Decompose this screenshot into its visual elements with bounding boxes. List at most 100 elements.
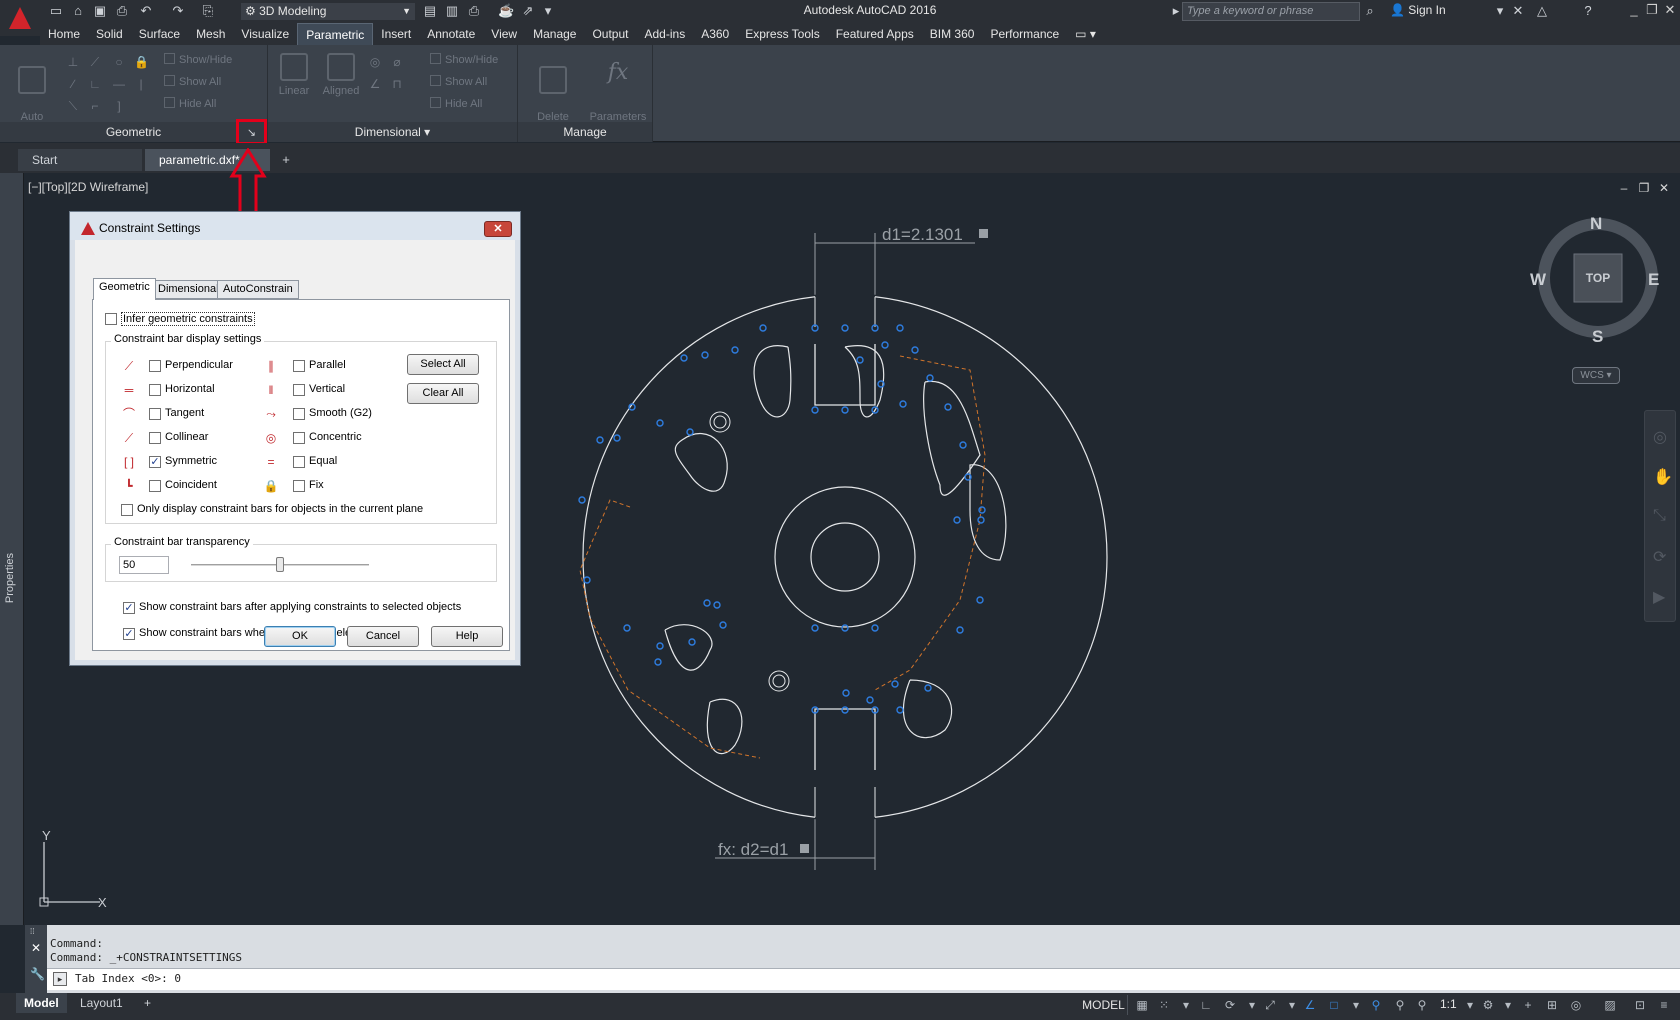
viewport-controls-label[interactable]: [−][Top][2D Wireframe] xyxy=(28,180,148,194)
navigation-bar[interactable]: ◎ ✋ ⤡ ⟳ ▶ xyxy=(1644,410,1676,622)
plot-icon[interactable]: ⎘ xyxy=(200,3,216,19)
transparency-slider-thumb[interactable] xyxy=(276,557,284,572)
viewport-restore-icon[interactable]: ❐ xyxy=(1636,181,1652,195)
auto-scale-icon[interactable]: ⚲ xyxy=(1392,997,1408,1013)
tab-view[interactable]: View xyxy=(483,23,525,45)
transparency-input[interactable]: 50 xyxy=(119,556,169,574)
dialog-title-bar[interactable]: Constraint Settings ✕ xyxy=(70,212,520,240)
tab-featured-apps[interactable]: Featured Apps xyxy=(828,23,922,45)
orbit-icon[interactable]: ⟳ xyxy=(1653,547,1666,567)
pan-icon[interactable]: ✋ xyxy=(1653,467,1673,487)
tab-insert[interactable]: Insert xyxy=(373,23,419,45)
model-space-button[interactable]: MODEL xyxy=(1080,995,1128,1015)
close-icon[interactable]: ✕ xyxy=(1660,2,1680,20)
tab-parametric[interactable]: Parametric xyxy=(297,23,374,45)
exchange-icon[interactable]: ✕ xyxy=(1510,3,1526,19)
tab-geometric[interactable]: Geometric xyxy=(93,278,156,300)
binoculars-icon[interactable]: ⌕ xyxy=(1362,3,1378,19)
clear-all-button[interactable]: Clear All xyxy=(407,383,479,404)
workspace-dropdown[interactable]: ⚙ 3D Modeling ▼ xyxy=(240,2,416,21)
ok-button[interactable]: OK xyxy=(264,626,336,647)
perpendicular-checkbox[interactable] xyxy=(149,360,161,372)
share-icon[interactable]: ⇗ xyxy=(520,3,536,19)
show-when-selected-checkbox[interactable] xyxy=(123,628,135,640)
new-tab-icon[interactable]: + xyxy=(276,152,296,168)
application-menu-button[interactable] xyxy=(0,0,40,36)
geometric-hide-all-button[interactable]: Hide All xyxy=(164,95,216,113)
vertical-checkbox[interactable] xyxy=(293,384,305,396)
compass-west[interactable]: W xyxy=(1530,270,1546,290)
dimensional-show-all-button[interactable]: Show All xyxy=(430,73,487,91)
tab-dimensional[interactable]: Dimensional xyxy=(152,280,225,299)
linear-dimension-button[interactable]: Linear xyxy=(272,53,316,98)
collinear-checkbox[interactable] xyxy=(149,432,161,444)
tab-mesh[interactable]: Mesh xyxy=(188,23,233,45)
coincident-checkbox[interactable] xyxy=(149,480,161,492)
diameter-tool-icon[interactable]: ⌀ xyxy=(390,55,404,69)
angular-tool-icon[interactable]: ∠ xyxy=(368,77,382,91)
viewcube-top-face[interactable]: TOP xyxy=(1574,271,1622,285)
chevron-down-icon[interactable]: ▾ xyxy=(1244,997,1260,1013)
smooth-tool-icon[interactable]: ⌐ xyxy=(88,99,102,113)
horizontal-tool-icon[interactable]: — xyxy=(112,77,126,91)
fix-checkbox[interactable] xyxy=(293,480,305,492)
properties-palette-strip[interactable]: Properties xyxy=(0,173,24,925)
parallel-tool-icon[interactable]: ∕ xyxy=(66,77,80,91)
symmetric-checkbox[interactable] xyxy=(149,456,161,468)
wrench-icon[interactable]: 🔧 xyxy=(30,967,45,981)
help-icon[interactable]: ? xyxy=(1580,3,1596,19)
help-button[interactable]: Help xyxy=(431,626,503,647)
isodraft-icon[interactable]: ⤢ xyxy=(1262,997,1278,1013)
viewcube[interactable]: N S E W TOP xyxy=(1530,210,1666,346)
tab-visualize[interactable]: Visualize xyxy=(233,23,297,45)
parametric-drawing[interactable]: d1=2.1301 fx: d2=d1 xyxy=(560,210,1140,890)
tab-a360[interactable]: A360 xyxy=(693,23,737,45)
hamburger-menu-icon[interactable]: ≡ xyxy=(1656,997,1672,1013)
tangent-checkbox[interactable] xyxy=(149,408,161,420)
grid-icon[interactable]: ▦ xyxy=(1134,997,1150,1013)
object-snap-tracking-icon[interactable]: ∠ xyxy=(1302,997,1318,1013)
dimensional-show-hide-button[interactable]: Show/Hide xyxy=(430,51,498,69)
geometric-show-all-button[interactable]: Show All xyxy=(164,73,221,91)
tab-output[interactable]: Output xyxy=(584,23,636,45)
concentric-checkbox[interactable] xyxy=(293,432,305,444)
command-input[interactable]: Tab Index <0>: 0 xyxy=(47,968,1680,990)
convert-tool-icon[interactable]: ⊓ xyxy=(390,77,404,91)
symmetric-tool-icon[interactable]: ] xyxy=(112,99,126,113)
annotation-visibility-icon[interactable]: ⚲ xyxy=(1368,997,1384,1013)
tab-annotate[interactable]: Annotate xyxy=(419,23,483,45)
tangent-tool-icon[interactable]: ⟍ xyxy=(66,99,80,113)
smooth-checkbox[interactable] xyxy=(293,408,305,420)
current-plane-checkbox[interactable] xyxy=(121,504,133,516)
show-after-applying-checkbox[interactable] xyxy=(123,602,135,614)
viewport-minimize-icon[interactable]: – xyxy=(1616,181,1632,195)
tab-performance[interactable]: Performance xyxy=(982,23,1067,45)
ortho-icon[interactable]: ∟ xyxy=(1198,997,1214,1013)
a360-icon[interactable]: △ xyxy=(1534,3,1550,19)
sheet-icon[interactable]: ▥ xyxy=(444,3,460,19)
geometric-show-hide-button[interactable]: Show/Hide xyxy=(164,51,232,69)
quick-properties-icon[interactable]: ◎ xyxy=(1568,997,1584,1013)
teapot-icon[interactable]: ☕ xyxy=(498,3,514,19)
isolate-objects-icon[interactable]: ▨ xyxy=(1602,997,1618,1013)
coincident-tool-icon[interactable]: ⊥ xyxy=(66,55,80,69)
chevron-down-icon[interactable]: ▾ xyxy=(1284,997,1300,1013)
plus-icon[interactable]: + xyxy=(1520,997,1536,1013)
tab-home[interactable]: Home xyxy=(40,23,88,45)
fix-tool-icon[interactable]: 🔒 xyxy=(134,55,149,69)
add-layout-icon[interactable]: + xyxy=(136,993,159,1013)
horizontal-checkbox[interactable] xyxy=(149,384,161,396)
radius-tool-icon[interactable]: ◎ xyxy=(368,55,382,69)
select-all-button[interactable]: Select All xyxy=(407,354,479,375)
close-icon[interactable]: ✕ xyxy=(31,941,41,955)
workspace-switch-icon[interactable]: ⚙ xyxy=(1480,997,1496,1013)
dimensional-panel-title[interactable]: Dimensional ▾ xyxy=(268,122,517,142)
save-icon[interactable]: ▣ xyxy=(92,3,108,19)
equal-checkbox[interactable] xyxy=(293,456,305,468)
tab-add-ins[interactable]: Add-ins xyxy=(637,23,694,45)
grip-icon[interactable]: ⁞⁞ xyxy=(30,927,34,936)
geometric-dialog-launcher-button[interactable]: ↘ xyxy=(236,119,267,145)
perpendicular-tool-icon[interactable]: ∟ xyxy=(88,77,102,91)
open-file-icon[interactable]: ⌂ xyxy=(70,3,86,19)
tab-solid[interactable]: Solid xyxy=(88,23,131,45)
